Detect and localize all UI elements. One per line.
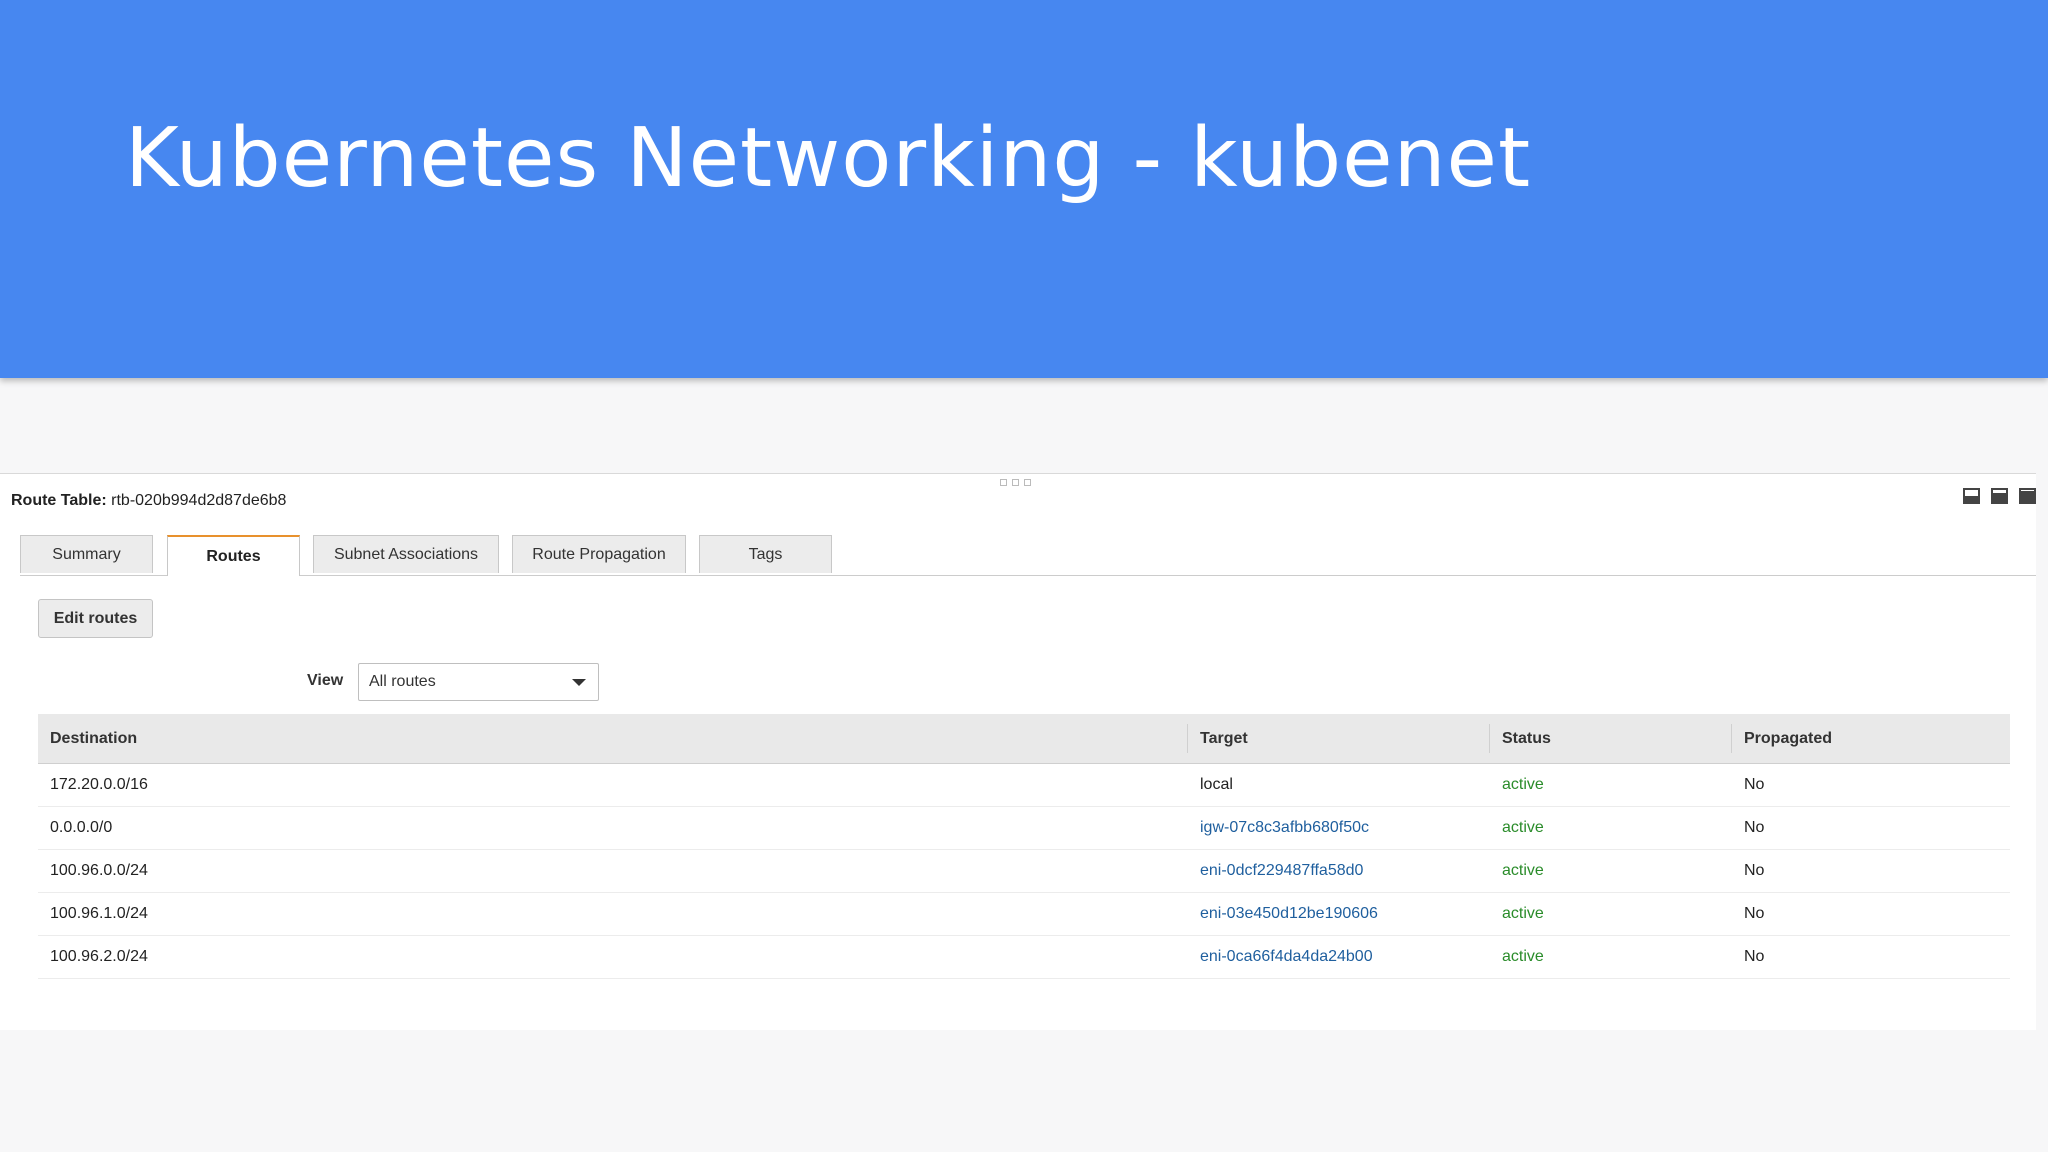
target-link[interactable]: eni-0ca66f4da4da24b00: [1188, 935, 1490, 979]
destination-cell: 100.96.1.0/24: [38, 892, 1188, 936]
view-label: View: [307, 672, 344, 689]
slide-title: Kubernetes Networking - kubenet: [125, 111, 1532, 206]
propagated-cell: No: [1732, 763, 2010, 807]
propagated-cell: No: [1732, 849, 2010, 893]
status-cell: active: [1490, 892, 1732, 936]
tab-routes[interactable]: Routes: [167, 535, 300, 576]
destination-cell: 100.96.0.0/24: [38, 849, 1188, 893]
chevron-down-icon: [572, 679, 586, 686]
status-cell: active: [1490, 935, 1732, 979]
routes-table: Destination Target Status Propagated 172…: [38, 714, 2010, 979]
tab-summary[interactable]: Summary: [20, 535, 153, 573]
column-header-target[interactable]: Target: [1188, 714, 1490, 764]
tab-tags[interactable]: Tags: [699, 535, 832, 573]
destination-cell: 0.0.0.0/0: [38, 806, 1188, 850]
destination-cell: 172.20.0.0/16: [38, 763, 1188, 807]
propagated-cell: No: [1732, 935, 2010, 979]
status-cell: active: [1490, 849, 1732, 893]
route-table-id: rtb-020b994d2d87de6b8: [111, 492, 287, 509]
panel-half-icon[interactable]: [1991, 488, 2008, 504]
propagated-cell: No: [1732, 806, 2010, 850]
table-header-row: Destination Target Status Propagated: [38, 714, 2010, 764]
resize-grip[interactable]: [1000, 479, 1031, 486]
route-table-label: Route Table:: [11, 492, 107, 509]
table-row[interactable]: 100.96.0.0/24 eni-0dcf229487ffa58d0 acti…: [38, 849, 2010, 893]
tab-subnet-associations[interactable]: Subnet Associations: [313, 535, 499, 573]
column-header-status[interactable]: Status: [1490, 714, 1732, 764]
tab-bar: Summary Routes Subnet Associations Route…: [20, 535, 2036, 576]
table-row[interactable]: 0.0.0.0/0 igw-07c8c3afbb680f50c active N…: [38, 806, 2010, 850]
target-link[interactable]: eni-03e450d12be190606: [1188, 892, 1490, 936]
edit-routes-button[interactable]: Edit routes: [38, 599, 153, 638]
route-table-panel: Route Table: rtb-020b994d2d87de6b8 Summa…: [0, 473, 2036, 1030]
target-cell: local: [1188, 763, 1490, 807]
tab-route-propagation[interactable]: Route Propagation: [512, 535, 686, 573]
propagated-cell: No: [1732, 892, 2010, 936]
status-cell: active: [1490, 763, 1732, 807]
status-cell: active: [1490, 806, 1732, 850]
destination-cell: 100.96.2.0/24: [38, 935, 1188, 979]
route-table-heading: Route Table: rtb-020b994d2d87de6b8: [11, 492, 286, 510]
target-link[interactable]: igw-07c8c3afbb680f50c: [1188, 806, 1490, 850]
table-row[interactable]: 100.96.1.0/24 eni-03e450d12be190606 acti…: [38, 892, 2010, 936]
panel-maximize-icon[interactable]: [2019, 488, 2036, 504]
table-row[interactable]: 100.96.2.0/24 eni-0ca66f4da4da24b00 acti…: [38, 935, 2010, 979]
column-header-destination[interactable]: Destination: [38, 714, 1188, 764]
panel-minimize-icon[interactable]: [1963, 488, 1980, 504]
table-row[interactable]: 172.20.0.0/16 local active No: [38, 763, 2010, 807]
panel-layout-controls: [1963, 488, 2036, 504]
view-select-value: All routes: [369, 673, 436, 690]
column-header-propagated[interactable]: Propagated: [1732, 714, 2010, 764]
target-link[interactable]: eni-0dcf229487ffa58d0: [1188, 849, 1490, 893]
title-banner: Kubernetes Networking - kubenet: [0, 0, 2048, 378]
view-select[interactable]: All routes: [358, 663, 599, 701]
